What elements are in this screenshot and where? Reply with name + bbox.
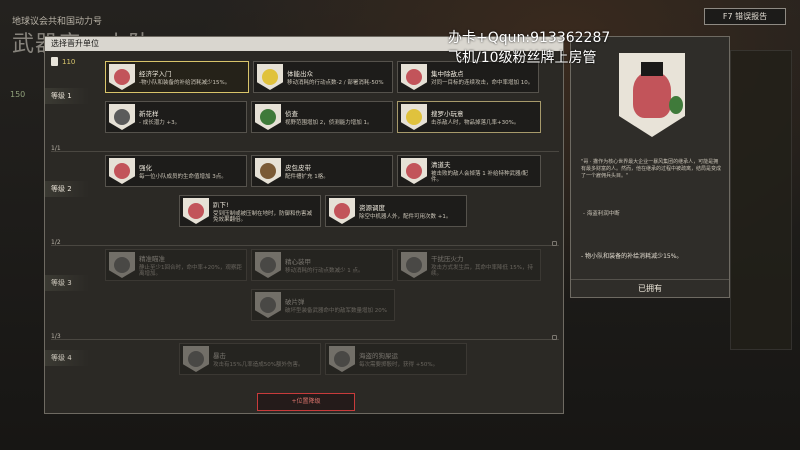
level-1-progress: 1/1 xyxy=(51,145,61,152)
perk-card[interactable]: 干扰压火力 攻击方式发生后，其命中率降低 15%，持续。 xyxy=(397,249,541,281)
perk-card[interactable]: 海盗的狗屎运 每次需要掷骰时，获得 +50%。 xyxy=(325,343,467,375)
level-4-label: 等级 4 xyxy=(45,350,89,366)
level-2-progress: 1/2 xyxy=(51,239,61,246)
reset-button[interactable]: +位置降级 xyxy=(257,393,355,411)
detail-effect: - 海盗利润中断 xyxy=(583,211,620,217)
flask-icon xyxy=(51,57,58,66)
perk-title: 清道夫 xyxy=(431,160,451,169)
perk-description: 除空中机器人外，配件可用次数 +1。 xyxy=(359,213,452,220)
perk-card[interactable]: 精心装甲 移动消耗的行动点数减少 1 点。 xyxy=(251,249,393,281)
perk-title: 皮包皮带 xyxy=(285,163,311,172)
skull-icon xyxy=(183,346,209,372)
perk-description: 击杀敌人时，物品掉落几率+30%。 xyxy=(431,119,520,126)
promotion-modal: 选择晋升单位 110 等级 1 等级 2 等级 3 等级 4 1/1 1/2 1… xyxy=(44,36,564,414)
perk-description: 攻击有15%几率造成50%额外伤害。 xyxy=(213,361,304,368)
overlay-line-1: 办卡+Qqun:913362287 xyxy=(448,30,611,46)
wrench-icon xyxy=(255,292,281,318)
level-3-label: 等级 3 xyxy=(45,275,89,291)
card-icon xyxy=(329,346,355,372)
scavenger-icon xyxy=(401,158,427,184)
detail-bonus: - 物小队和装备的补给消耗减少15%。 xyxy=(581,253,683,260)
perk-description: 攻击方式发生后，其命中率降低 15%，持续。 xyxy=(431,264,533,278)
perk-card[interactable]: 体能出众 移动消耗的行动点数-2 / 部署消耗-50% xyxy=(253,61,393,93)
perk-description: 每一位小队成员的生命值增加 3点。 xyxy=(139,173,227,180)
heart-icon xyxy=(109,158,135,184)
level-divider xyxy=(51,339,559,340)
error-report-button[interactable]: F7 错误报告 xyxy=(704,8,786,25)
fist-icon xyxy=(183,198,209,224)
target-icon xyxy=(401,64,427,90)
belt-icon xyxy=(255,158,281,184)
perk-card[interactable]: 清道夫 被击败的敌人会掉落 1 补给特种武器/配件。 xyxy=(397,155,541,187)
perk-card[interactable]: 经济学入门 -物小队和装备的补给消耗减少15%。 xyxy=(105,61,249,93)
shield-icon xyxy=(257,64,283,90)
perk-description: 对同一目标的连续攻击，命中率增加 10。 xyxy=(431,79,534,86)
background-count: 150 xyxy=(10,90,26,99)
lock-icon xyxy=(552,241,557,246)
level-1-label: 等级 1 xyxy=(45,88,89,104)
overlay-line-2: 飞机/10级粉丝牌上房管 xyxy=(448,50,597,66)
perk-title: 海盗的狗屎运 xyxy=(359,351,398,360)
perk-card[interactable]: 搜罗小玩意 击杀敌人时，物品掉落几率+30%。 xyxy=(397,101,541,133)
level-2-label: 等级 2 xyxy=(45,181,89,197)
perk-card[interactable]: 趴下! 受到压制或被压制在地时，防御和伤害减免效果翻倍。 xyxy=(179,195,321,227)
perk-title: 趴下! xyxy=(213,200,229,209)
perk-card[interactable]: 皮包皮带 配件槽扩充 1格。 xyxy=(251,155,393,187)
stream-overlay: 办卡+Qqun:913362287 飞机/10级粉丝牌上房管 xyxy=(448,28,648,68)
perk-title: 新花样 xyxy=(139,109,159,118)
perk-description: -物小队和装备的补给消耗减少15%。 xyxy=(139,79,231,86)
perk-description: 配件槽扩充 1格。 xyxy=(285,173,329,180)
perk-title: 侦查 xyxy=(285,109,298,118)
sun-icon xyxy=(401,104,427,130)
perk-title: 破片弹 xyxy=(285,297,305,306)
gun-icon xyxy=(401,252,427,278)
perk-title: 精准瞄准 xyxy=(139,254,165,263)
perk-description: 视野范围增加 2，侦测能力增加 1。 xyxy=(285,119,373,126)
perk-card[interactable]: 新花样 - 成长潜力 +3。 xyxy=(105,101,247,133)
lock-icon xyxy=(552,335,557,340)
perk-detail-panel: "哥 · 撒作为核心世界最大企业一暴风集团的继承人，可能是拥有最多财富的人。然而… xyxy=(570,36,730,298)
resource-counter: 110 xyxy=(51,57,75,66)
villain-icon xyxy=(109,64,135,90)
perk-card[interactable]: 破片弹 破坏型装备武器命中的敌军数量增加 20% xyxy=(251,289,395,321)
perk-title: 集中除敌点 xyxy=(431,69,464,78)
level-divider xyxy=(51,245,559,246)
perk-title: 资源调度 xyxy=(359,203,385,212)
perk-description: 破坏型装备武器命中的敌军数量增加 20% xyxy=(285,307,387,314)
perk-description: 移动消耗的行动点数减少 1 点。 xyxy=(285,267,364,274)
perk-description: 静止至少1回合时，命中率+20%，观察距离增加。 xyxy=(139,264,242,278)
perk-card[interactable]: 强化 每一位小队成员的生命值增加 3点。 xyxy=(105,155,247,187)
perk-title: 强化 xyxy=(139,163,152,172)
level-3-progress: 1/3 xyxy=(51,333,61,340)
resource-value: 110 xyxy=(62,57,76,66)
perk-card[interactable]: 资源调度 除空中机器人外，配件可用次数 +1。 xyxy=(325,195,467,227)
skull-icon xyxy=(255,252,281,278)
background-side-panel xyxy=(730,50,792,350)
perk-title: 精心装甲 xyxy=(285,257,311,266)
perk-title: 暴击 xyxy=(213,351,226,360)
perk-title: 经济学入门 xyxy=(139,69,172,78)
medal-icon xyxy=(109,104,135,130)
perk-description: 每次需要掷骰时，获得 +50%。 xyxy=(359,361,439,368)
perk-title: 体能出众 xyxy=(287,69,313,78)
stream-logo-icon xyxy=(6,416,34,444)
perk-card[interactable]: 暴击 攻击有15%几率造成50%额外伤害。 xyxy=(179,343,321,375)
owned-status: 已拥有 xyxy=(571,279,729,297)
goggles-icon xyxy=(255,104,281,130)
soldier-icon xyxy=(109,252,135,278)
perk-description: 受到压制或被压制在地时，防御和伤害减免效果翻倍。 xyxy=(213,210,313,224)
perk-card[interactable]: 精准瞄准 静止至少1回合时，命中率+20%，观察距离增加。 xyxy=(105,249,247,281)
loot-icon xyxy=(329,198,355,224)
perk-card[interactable]: 侦查 视野范围增加 2，侦测能力增加 1。 xyxy=(251,101,393,133)
perk-title: 搜罗小玩意 xyxy=(431,109,464,118)
detail-flavor-text: "哥 · 撒作为核心世界最大企业一暴风集团的继承人，可能是拥有最多财富的人。然而… xyxy=(581,159,722,179)
level-divider xyxy=(51,151,559,152)
perk-title: 干扰压火力 xyxy=(431,254,464,263)
perk-description: 被击败的敌人会掉落 1 补给特种武器/配件。 xyxy=(431,170,528,184)
perk-description: 移动消耗的行动点数-2 / 部署消耗-50% xyxy=(287,79,384,86)
perk-description: - 成长潜力 +3。 xyxy=(139,119,181,126)
